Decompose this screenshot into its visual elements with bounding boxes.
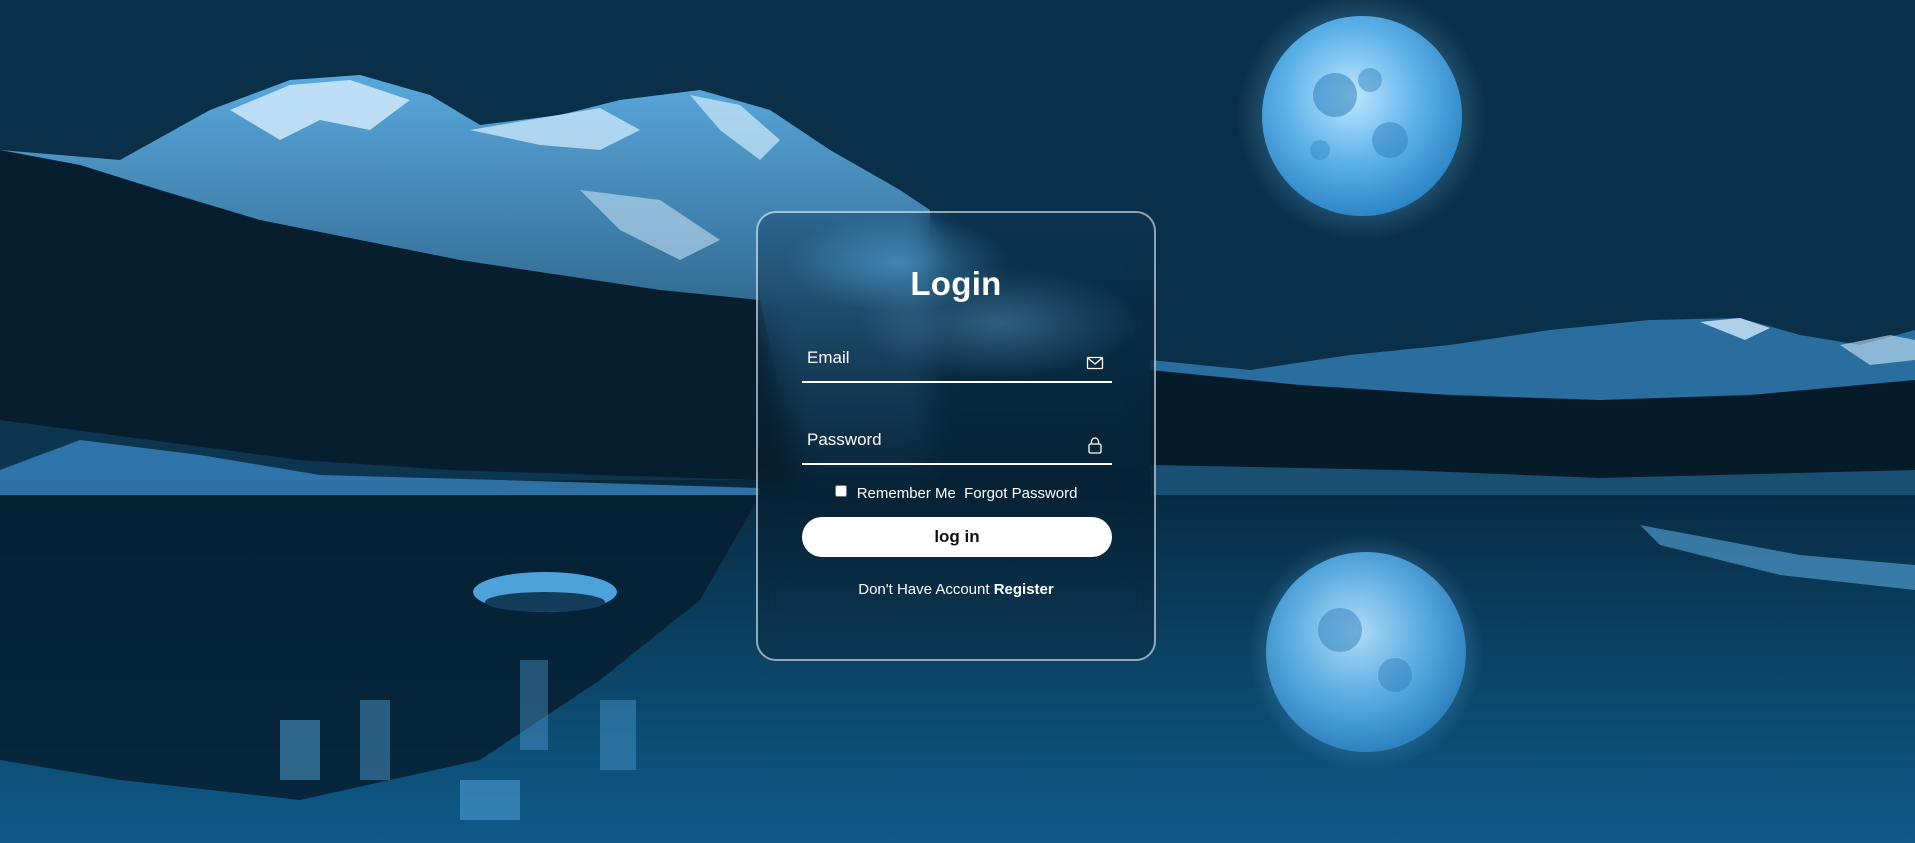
remember-row: Remember Me Forgot Password (758, 485, 1154, 502)
register-link[interactable]: Register (994, 581, 1054, 598)
register-prompt: Don't Have Account (858, 581, 994, 598)
email-input[interactable] (802, 337, 1077, 379)
login-card: Login Remember Me Forgot Password log in… (756, 211, 1156, 661)
password-input[interactable] (802, 419, 1077, 461)
password-field-group (802, 419, 1112, 465)
remember-me-checkbox[interactable] (834, 485, 847, 497)
login-page: Login Remember Me Forgot Password log in… (0, 0, 1915, 843)
mail-icon (1086, 356, 1104, 370)
login-button[interactable]: log in (802, 517, 1112, 557)
register-row: Don't Have Account Register (758, 581, 1154, 598)
forgot-password-link[interactable]: Forgot Password (964, 485, 1077, 502)
lock-icon (1088, 437, 1102, 454)
remember-me-label[interactable]: Remember Me (857, 485, 956, 502)
login-title: Login (910, 265, 1002, 302)
email-field-group (802, 337, 1112, 383)
